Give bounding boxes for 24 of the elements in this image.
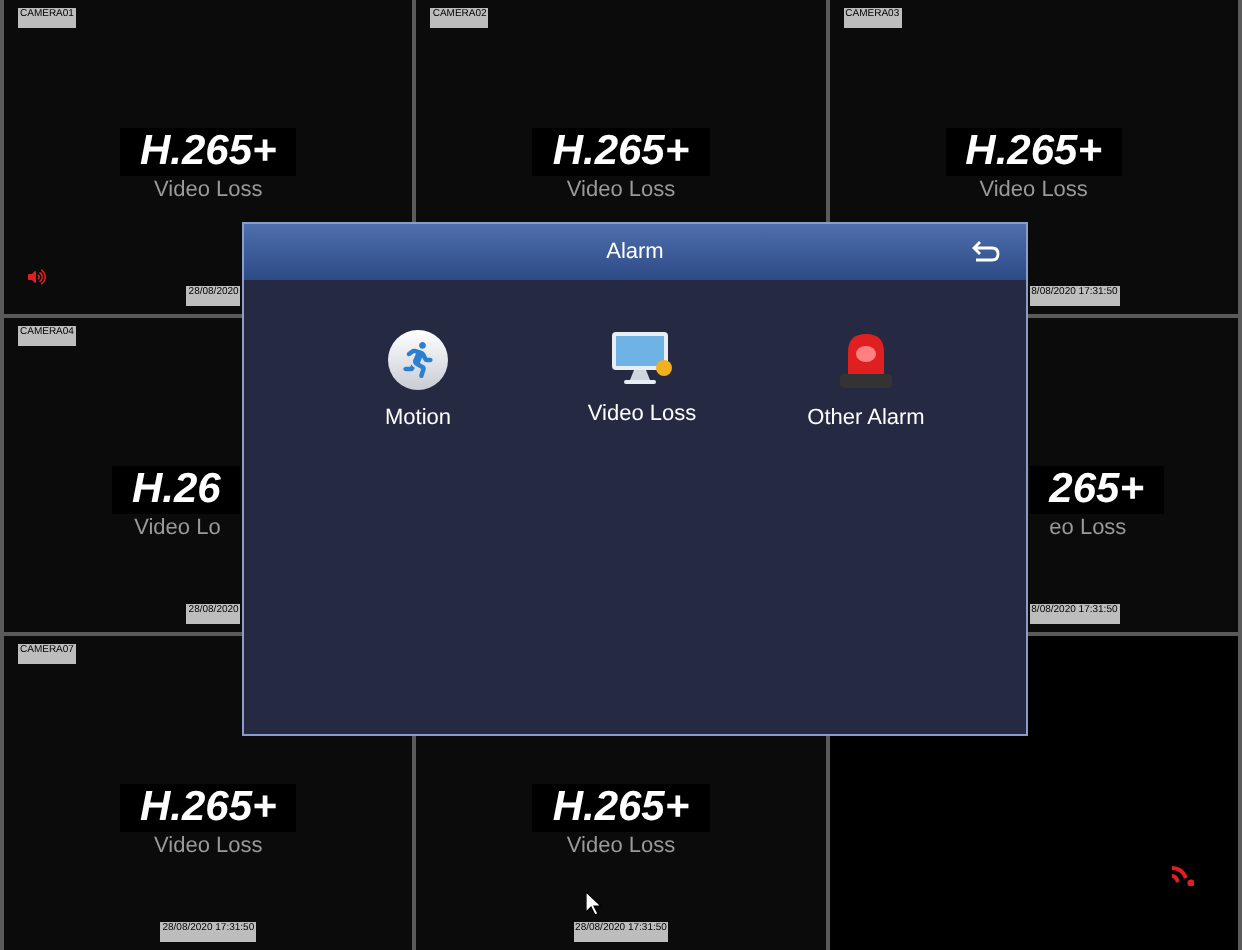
codec-text: 265+ — [1029, 466, 1164, 514]
codec-text: H.265+ — [945, 128, 1122, 176]
back-button[interactable] — [970, 240, 1002, 264]
back-arrow-icon — [970, 240, 1002, 264]
alarm-option[interactable]: Video Loss — [552, 330, 732, 435]
dialog-title: Alarm — [606, 237, 664, 268]
status-text: Video Loss — [152, 832, 265, 860]
codec-text: H.265+ — [120, 128, 297, 176]
codec-text: H.26 — [111, 466, 241, 514]
cursor-icon — [586, 892, 602, 916]
codec-text: H.265+ — [532, 784, 710, 832]
codec-text: H.265+ — [120, 784, 297, 832]
status-text: eo Loss — [1047, 514, 1129, 542]
speaker-icon — [28, 268, 46, 286]
running-person-icon — [388, 330, 448, 390]
signal-icon — [1169, 864, 1194, 886]
monitor-icon — [610, 330, 674, 386]
status-text: Video Loss — [564, 176, 678, 204]
status-text: Video Loss — [152, 176, 265, 204]
siren-icon — [838, 330, 894, 390]
status-text: Video Loss — [564, 832, 678, 860]
codec-text: H.265+ — [532, 128, 710, 176]
status-text: Video Loss — [977, 176, 1090, 204]
status-text: Video Lo — [132, 514, 223, 542]
